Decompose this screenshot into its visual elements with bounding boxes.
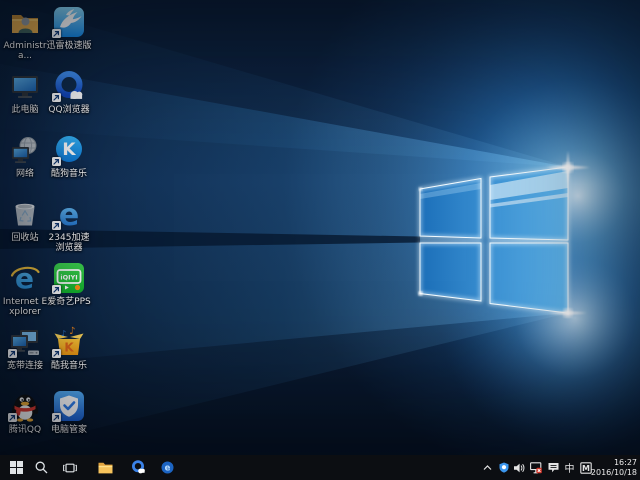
icon-label: 爱奇艺PPS	[46, 297, 92, 307]
network-globe-monitor-icon	[9, 134, 41, 166]
taskbar-file-explorer-button[interactable]	[94, 455, 117, 480]
svg-text:e: e	[59, 198, 79, 230]
desktop-icon-pc-manager[interactable]: 电脑管家	[46, 390, 92, 435]
desktop-icon-thunder-speed[interactable]: 迅雷极速版	[46, 6, 92, 51]
icon-label: 酷我音乐	[46, 361, 92, 371]
svg-text:K: K	[62, 140, 76, 160]
icon-label: 电脑管家	[46, 425, 92, 435]
windows-hero-wallpaper	[0, 0, 640, 455]
desktop-icon-network[interactable]: 网络	[2, 134, 48, 179]
tray-ime-mode-indicator[interactable]: 中	[562, 455, 577, 480]
qq-penguin-icon	[9, 390, 41, 422]
shortcut-arrow-icon	[8, 413, 17, 422]
tray-clock[interactable]: 16:27 2016/10/18	[585, 455, 637, 480]
broadband-monitors-icon	[9, 326, 41, 358]
kugou-k-circle-icon: K	[53, 134, 85, 166]
icon-label: QQ浏览器	[46, 105, 92, 115]
icon-label: 此电脑	[2, 105, 48, 115]
ime-mode-label: 中	[565, 460, 575, 475]
tray-volume-button[interactable]	[512, 455, 527, 480]
kuwo-box-icon: K ♪ ♪	[53, 326, 85, 358]
icon-label: 网络	[2, 169, 48, 179]
desktop-icon-2345-browser[interactable]: e 2345加速浏览器	[46, 198, 92, 253]
svg-text:K: K	[64, 341, 74, 355]
administrator-folder-icon	[9, 6, 41, 38]
taskbar-qq-browser-button[interactable]	[126, 455, 150, 480]
icon-label: 腾讯QQ	[2, 425, 48, 435]
clock-time: 16:27	[614, 458, 637, 468]
icon-label: Administra...	[2, 41, 48, 61]
task-view-button[interactable]	[58, 455, 82, 480]
chevron-up-icon	[483, 465, 492, 471]
desktop-icon-administrator[interactable]: Administra...	[2, 6, 48, 61]
file-explorer-icon	[98, 461, 113, 474]
desktop-icon-internet-explorer[interactable]: e Internet Explorer	[2, 262, 48, 317]
svg-text:e: e	[165, 464, 171, 474]
thunder-bird-icon	[53, 6, 85, 38]
2345-browser-icon: e	[161, 461, 174, 474]
tray-pc-manager-button[interactable]	[496, 455, 511, 480]
icon-label: 宽带连接	[2, 361, 48, 371]
action-center-icon	[548, 462, 559, 473]
iqiyi-tile-icon: iQIYI	[53, 262, 85, 294]
recycle-bin-icon	[9, 198, 41, 230]
start-button[interactable]	[4, 455, 28, 480]
shortcut-arrow-icon	[52, 157, 61, 166]
svg-text:e: e	[15, 262, 34, 294]
shortcut-arrow-icon	[52, 221, 61, 230]
desktop-icon-kuwo-music[interactable]: K ♪ ♪ 酷我音乐	[46, 326, 92, 371]
desktop-icon-qq-browser[interactable]: QQ浏览器	[46, 70, 92, 115]
shortcut-arrow-icon	[52, 349, 61, 358]
desktop-icon-this-pc[interactable]: 此电脑	[2, 70, 48, 115]
desktop-icon-recycle-bin[interactable]: 回收站	[2, 198, 48, 243]
search-icon	[35, 461, 48, 474]
ie-e-icon: e	[9, 262, 41, 294]
desktop-icon-kugou-music[interactable]: K 酷狗音乐	[46, 134, 92, 179]
icon-label: 回收站	[2, 233, 48, 243]
desktop-icon-iqiyi-pps[interactable]: iQIYI 爱奇艺PPS	[46, 262, 92, 307]
taskbar-2345-browser-button[interactable]: e	[156, 455, 179, 480]
tray-show-hidden-icons-button[interactable]	[479, 455, 495, 480]
icon-label: Internet Explorer	[2, 297, 48, 317]
qq-browser-icon	[131, 460, 146, 475]
icon-label: 2345加速浏览器	[46, 233, 92, 253]
shield-icon	[499, 462, 509, 473]
icon-label: 酷狗音乐	[46, 169, 92, 179]
windows-logo-icon	[10, 461, 23, 474]
tray-action-center-button[interactable]	[545, 455, 561, 480]
this-pc-monitor-icon	[9, 70, 41, 102]
tray-network-button[interactable]	[528, 455, 544, 480]
2345-e-icon: e	[53, 198, 85, 230]
shortcut-arrow-icon	[52, 285, 61, 294]
svg-text:iQIYI: iQIYI	[60, 274, 77, 282]
svg-text:♪: ♪	[61, 329, 66, 338]
network-disconnected-icon	[530, 462, 542, 474]
desktop[interactable]: Administra... 迅雷极速版	[0, 0, 640, 455]
speaker-icon	[514, 463, 525, 473]
shortcut-arrow-icon	[52, 413, 61, 422]
shortcut-arrow-icon	[8, 349, 17, 358]
search-button[interactable]	[30, 455, 53, 480]
icon-label: 迅雷极速版	[46, 41, 92, 51]
svg-text:♪: ♪	[69, 326, 75, 337]
clock-date: 2016/10/18	[591, 468, 637, 478]
taskbar: e 中	[0, 455, 640, 480]
pc-manager-shield-icon	[53, 390, 85, 422]
shortcut-arrow-icon	[52, 93, 61, 102]
desktop-icon-broadband-connection[interactable]: 宽带连接	[2, 326, 48, 371]
desktop-icon-tencent-qq[interactable]: 腾讯QQ	[2, 390, 48, 435]
task-view-icon	[63, 462, 77, 474]
shortcut-arrow-icon	[52, 29, 61, 38]
qq-browser-ring-icon	[53, 70, 85, 102]
